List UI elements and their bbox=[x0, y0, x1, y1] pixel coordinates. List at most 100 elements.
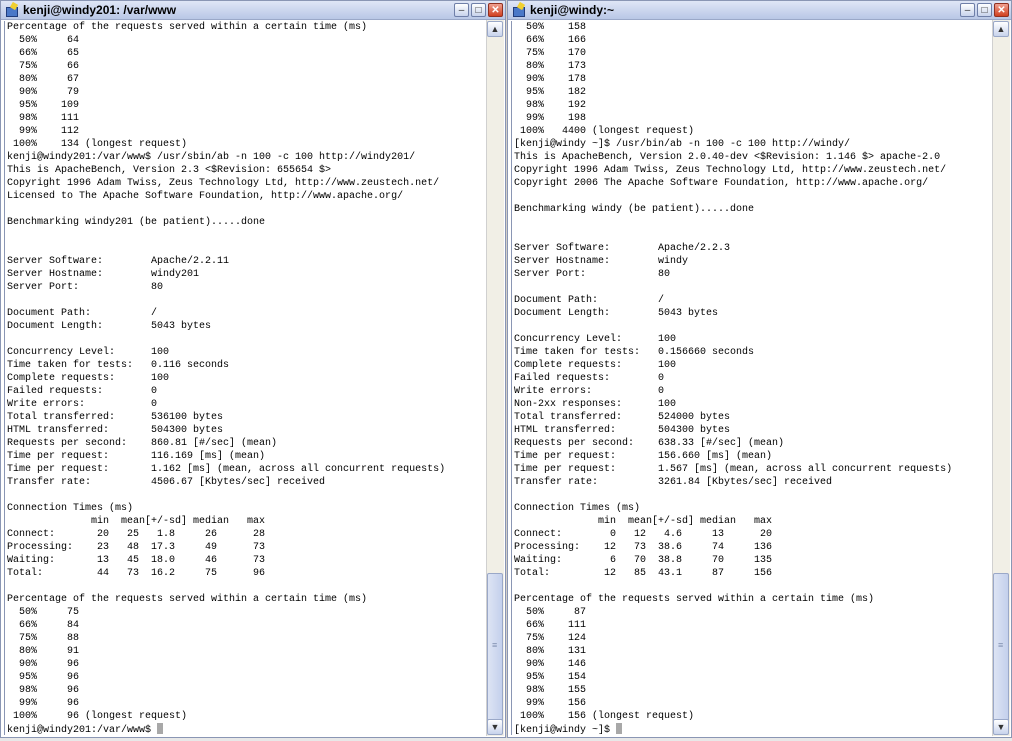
maximize-button[interactable]: □ bbox=[471, 3, 486, 17]
terminal-line: 95% 182 bbox=[514, 87, 587, 98]
terminal-line: 50% 87 bbox=[514, 607, 587, 618]
shell-prompt: kenji@windy201:/var/www$ bbox=[7, 725, 158, 735]
scroll-down-button[interactable]: ▼ bbox=[993, 719, 1009, 735]
terminal-line: 50% 75 bbox=[7, 607, 80, 618]
terminal-line: Document Path: / bbox=[514, 295, 665, 306]
terminal-line: Write errors: 0 bbox=[514, 386, 665, 397]
terminal-line: Server Port: 80 bbox=[7, 282, 164, 293]
terminal-line: 100% 4400 (longest request) bbox=[514, 126, 695, 137]
terminal-line: Connection Times (ms) bbox=[514, 503, 641, 514]
close-button[interactable]: ✕ bbox=[488, 3, 503, 17]
terminal-line: Document Length: 5043 bytes bbox=[7, 321, 212, 332]
terminal-line: Total: 44 73 16.2 75 96 bbox=[7, 568, 266, 579]
shell-prompt: [kenji@windy ~]$ bbox=[514, 725, 617, 735]
terminal-line: 98% 155 bbox=[514, 685, 587, 696]
terminal-window-right: kenji@windy:~ – □ ✕ 50% 158 66% 166 75% … bbox=[507, 0, 1012, 738]
terminal-line: Connection Times (ms) bbox=[7, 503, 134, 514]
terminal-line: Benchmarking windy201 (be patient).....d… bbox=[7, 217, 266, 228]
terminal-line: 90% 96 bbox=[7, 659, 80, 670]
terminal-line: Time per request: 116.169 [ms] (mean) bbox=[7, 451, 266, 462]
terminal-line: min mean[+/-sd] median max bbox=[7, 516, 266, 527]
terminal-line: 99% 156 bbox=[514, 698, 587, 709]
terminal-line: 95% 96 bbox=[7, 672, 80, 683]
terminal-line: Server Hostname: windy201 bbox=[7, 269, 200, 280]
terminal-line: 75% 88 bbox=[7, 633, 80, 644]
terminal-line: Document Length: 5043 bytes bbox=[514, 308, 719, 319]
text-cursor bbox=[157, 723, 164, 734]
terminal-line: 99% 112 bbox=[7, 126, 80, 137]
terminal-line: 100% 156 (longest request) bbox=[514, 711, 695, 722]
terminal-line: HTML transferred: 504300 bytes bbox=[514, 425, 731, 436]
prompt-line[interactable]: [kenji@windy ~]$ bbox=[512, 723, 992, 735]
text-cursor bbox=[616, 723, 623, 734]
scroll-down-button[interactable]: ▼ bbox=[487, 719, 503, 735]
terminal-line: Server Software: Apache/2.2.3 bbox=[514, 243, 731, 254]
terminal-line: Server Software: Apache/2.2.11 bbox=[7, 256, 230, 267]
terminal-line: Copyright 1996 Adam Twiss, Zeus Technolo… bbox=[514, 165, 947, 176]
putty-icon[interactable] bbox=[5, 3, 19, 17]
scrollbar[interactable]: ▲ ▼ bbox=[992, 20, 1010, 736]
terminal-line: Transfer rate: 4506.67 [Kbytes/sec] rece… bbox=[7, 477, 326, 488]
scrollbar[interactable]: ▲ ▼ bbox=[486, 20, 504, 736]
minimize-button[interactable]: – bbox=[960, 3, 975, 17]
terminal-line: Total transferred: 524000 bytes bbox=[514, 412, 731, 423]
terminal-line: Concurrency Level: 100 bbox=[7, 347, 170, 358]
terminal-line: 98% 111 bbox=[7, 113, 80, 124]
terminal-line: Requests per second: 860.81 [#/sec] (mea… bbox=[7, 438, 278, 449]
terminal-line: Connect: 20 25 1.8 26 28 bbox=[7, 529, 266, 540]
terminal-line: 80% 131 bbox=[514, 646, 587, 657]
terminal-line: 66% 111 bbox=[514, 620, 587, 631]
terminal-line: Document Path: / bbox=[7, 308, 158, 319]
terminal-line: Benchmarking windy (be patient).....done bbox=[514, 204, 755, 215]
terminal-line: Transfer rate: 3261.84 [Kbytes/sec] rece… bbox=[514, 477, 833, 488]
terminal-line: 95% 109 bbox=[7, 100, 80, 111]
terminal-line: This is ApacheBench, Version 2.0.40-dev … bbox=[514, 152, 941, 163]
scroll-thumb[interactable] bbox=[993, 573, 1009, 723]
terminal-line: Percentage of the requests served within… bbox=[514, 594, 875, 605]
terminal-line: Processing: 23 48 17.3 49 73 bbox=[7, 542, 266, 553]
terminal-line: 75% 66 bbox=[7, 61, 80, 72]
terminal-line: Processing: 12 73 38.6 74 136 bbox=[514, 542, 773, 553]
terminal-line: Requests per second: 638.33 [#/sec] (mea… bbox=[514, 438, 785, 449]
terminal-line: Waiting: 6 70 38.8 70 135 bbox=[514, 555, 773, 566]
terminal-line: Licensed to The Apache Software Foundati… bbox=[7, 191, 404, 202]
terminal-output[interactable]: Percentage of the requests served within… bbox=[4, 21, 486, 735]
terminal-line: 99% 198 bbox=[514, 113, 587, 124]
terminal-line: Time per request: 1.162 [ms] (mean, acro… bbox=[7, 464, 446, 475]
title-bar[interactable]: kenji@windy:~ – □ ✕ bbox=[508, 1, 1011, 20]
minimize-button[interactable]: – bbox=[454, 3, 469, 17]
terminal-line: 66% 84 bbox=[7, 620, 80, 631]
terminal-line: 80% 67 bbox=[7, 74, 80, 85]
terminal-line: 99% 96 bbox=[7, 698, 80, 709]
terminal-line: Waiting: 13 45 18.0 46 73 bbox=[7, 555, 266, 566]
close-button[interactable]: ✕ bbox=[994, 3, 1009, 17]
title-bar[interactable]: kenji@windy201: /var/www – □ ✕ bbox=[1, 1, 505, 20]
terminal-window-left: kenji@windy201: /var/www – □ ✕ Percentag… bbox=[0, 0, 506, 738]
terminal-output[interactable]: 50% 158 66% 166 75% 170 80% 173 90% 178 … bbox=[511, 21, 992, 735]
terminal-line: 75% 170 bbox=[514, 48, 587, 59]
terminal-line: 66% 65 bbox=[7, 48, 80, 59]
terminal-line: 80% 91 bbox=[7, 646, 80, 657]
scroll-thumb[interactable] bbox=[487, 573, 503, 723]
terminal-line: Complete requests: 100 bbox=[514, 360, 677, 371]
terminal-line: 50% 64 bbox=[7, 35, 80, 46]
terminal-line: 95% 154 bbox=[514, 672, 587, 683]
maximize-button[interactable]: □ bbox=[977, 3, 992, 17]
scroll-up-button[interactable]: ▲ bbox=[993, 21, 1009, 37]
putty-icon[interactable] bbox=[512, 3, 526, 17]
terminal-line: Server Hostname: windy bbox=[514, 256, 689, 267]
prompt-line[interactable]: kenji@windy201:/var/www$ bbox=[5, 723, 486, 735]
terminal-line: Total transferred: 536100 bytes bbox=[7, 412, 224, 423]
scroll-up-button[interactable]: ▲ bbox=[487, 21, 503, 37]
